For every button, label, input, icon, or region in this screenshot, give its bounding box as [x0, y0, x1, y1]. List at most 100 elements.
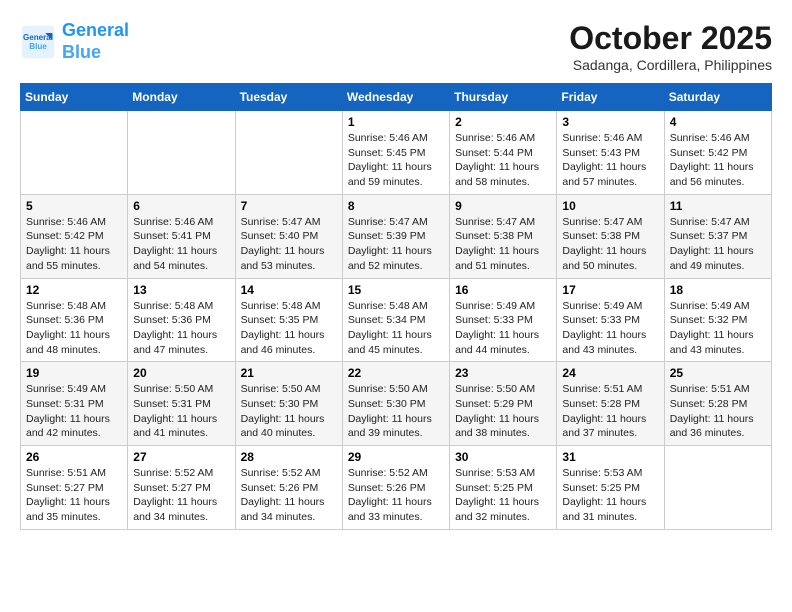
calendar-cell: 5 Sunrise: 5:46 AM Sunset: 5:42 PM Daylig… — [21, 194, 128, 278]
day-number: 6 — [133, 199, 229, 213]
day-info: Sunrise: 5:48 AM Sunset: 5:35 PM Dayligh… — [241, 299, 337, 358]
calendar-cell — [235, 111, 342, 195]
calendar-cell: 13 Sunrise: 5:48 AM Sunset: 5:36 PM Dayli… — [128, 278, 235, 362]
day-info: Sunrise: 5:46 AM Sunset: 5:42 PM Dayligh… — [26, 215, 122, 274]
day-number: 15 — [348, 283, 444, 297]
day-number: 4 — [670, 115, 766, 129]
weekday-header-saturday: Saturday — [664, 84, 771, 111]
day-number: 24 — [562, 366, 658, 380]
weekday-header-wednesday: Wednesday — [342, 84, 449, 111]
day-info: Sunrise: 5:49 AM Sunset: 5:33 PM Dayligh… — [562, 299, 658, 358]
day-number: 12 — [26, 283, 122, 297]
calendar-cell: 11Sunrise: 5:47 AM Sunset: 5:37 PM Dayli… — [664, 194, 771, 278]
calendar-cell: 6 Sunrise: 5:46 AM Sunset: 5:41 PM Daylig… — [128, 194, 235, 278]
day-info: Sunrise: 5:53 AM Sunset: 5:25 PM Dayligh… — [455, 466, 551, 525]
day-number: 28 — [241, 450, 337, 464]
day-info: Sunrise: 5:46 AM Sunset: 5:41 PM Dayligh… — [133, 215, 229, 274]
day-number: 27 — [133, 450, 229, 464]
calendar-cell: 16 Sunrise: 5:49 AM Sunset: 5:33 PM Dayli… — [450, 278, 557, 362]
day-number: 17 — [562, 283, 658, 297]
month-title: October 2025 — [569, 20, 772, 57]
day-number: 21 — [241, 366, 337, 380]
calendar-cell: 19Sunrise: 5:49 AM Sunset: 5:31 PM Dayli… — [21, 362, 128, 446]
day-info: Sunrise: 5:52 AM Sunset: 5:27 PM Dayligh… — [133, 466, 229, 525]
day-number: 18 — [670, 283, 766, 297]
calendar-week-row: 12 Sunrise: 5:48 AM Sunset: 5:36 PM Dayli… — [21, 278, 772, 362]
calendar-cell: 30 Sunrise: 5:53 AM Sunset: 5:25 PM Dayli… — [450, 446, 557, 530]
calendar-cell: 1 Sunrise: 5:46 AM Sunset: 5:45 PM Daylig… — [342, 111, 449, 195]
day-number: 16 — [455, 283, 551, 297]
calendar-week-row: 26Sunrise: 5:51 AM Sunset: 5:27 PM Dayli… — [21, 446, 772, 530]
calendar-cell — [21, 111, 128, 195]
day-info: Sunrise: 5:46 AM Sunset: 5:45 PM Dayligh… — [348, 131, 444, 190]
svg-text:Blue: Blue — [29, 42, 47, 51]
calendar-cell: 27 Sunrise: 5:52 AM Sunset: 5:27 PM Dayli… — [128, 446, 235, 530]
day-info: Sunrise: 5:48 AM Sunset: 5:36 PM Dayligh… — [26, 299, 122, 358]
day-number: 14 — [241, 283, 337, 297]
calendar-cell: 20 Sunrise: 5:50 AM Sunset: 5:31 PM Dayli… — [128, 362, 235, 446]
day-info: Sunrise: 5:46 AM Sunset: 5:43 PM Dayligh… — [562, 131, 658, 190]
calendar-cell: 28 Sunrise: 5:52 AM Sunset: 5:26 PM Dayli… — [235, 446, 342, 530]
calendar-week-row: 1 Sunrise: 5:46 AM Sunset: 5:45 PM Daylig… — [21, 111, 772, 195]
day-info: Sunrise: 5:46 AM Sunset: 5:42 PM Dayligh… — [670, 131, 766, 190]
day-info: Sunrise: 5:47 AM Sunset: 5:40 PM Dayligh… — [241, 215, 337, 274]
day-info: Sunrise: 5:51 AM Sunset: 5:28 PM Dayligh… — [562, 382, 658, 441]
calendar-cell: 26Sunrise: 5:51 AM Sunset: 5:27 PM Dayli… — [21, 446, 128, 530]
day-number: 5 — [26, 199, 122, 213]
day-info: Sunrise: 5:52 AM Sunset: 5:26 PM Dayligh… — [348, 466, 444, 525]
day-number: 10 — [562, 199, 658, 213]
day-number: 13 — [133, 283, 229, 297]
day-info: Sunrise: 5:49 AM Sunset: 5:33 PM Dayligh… — [455, 299, 551, 358]
day-number: 22 — [348, 366, 444, 380]
weekday-header-friday: Friday — [557, 84, 664, 111]
day-info: Sunrise: 5:50 AM Sunset: 5:31 PM Dayligh… — [133, 382, 229, 441]
weekday-header-monday: Monday — [128, 84, 235, 111]
calendar-cell: 23 Sunrise: 5:50 AM Sunset: 5:29 PM Dayli… — [450, 362, 557, 446]
calendar-cell: 22 Sunrise: 5:50 AM Sunset: 5:30 PM Dayli… — [342, 362, 449, 446]
calendar-cell: 2Sunrise: 5:46 AM Sunset: 5:44 PM Daylig… — [450, 111, 557, 195]
day-number: 30 — [455, 450, 551, 464]
calendar-cell: 10 Sunrise: 5:47 AM Sunset: 5:38 PM Dayli… — [557, 194, 664, 278]
page-header: General Blue GeneralBlue October 2025 Sa… — [20, 20, 772, 73]
weekday-header-tuesday: Tuesday — [235, 84, 342, 111]
logo: General Blue GeneralBlue — [20, 20, 129, 63]
day-number: 25 — [670, 366, 766, 380]
day-info: Sunrise: 5:51 AM Sunset: 5:28 PM Dayligh… — [670, 382, 766, 441]
day-info: Sunrise: 5:47 AM Sunset: 5:38 PM Dayligh… — [562, 215, 658, 274]
calendar-header-row: SundayMondayTuesdayWednesdayThursdayFrid… — [21, 84, 772, 111]
day-info: Sunrise: 5:48 AM Sunset: 5:36 PM Dayligh… — [133, 299, 229, 358]
calendar-cell: 3 Sunrise: 5:46 AM Sunset: 5:43 PM Daylig… — [557, 111, 664, 195]
day-info: Sunrise: 5:50 AM Sunset: 5:29 PM Dayligh… — [455, 382, 551, 441]
weekday-header-thursday: Thursday — [450, 84, 557, 111]
calendar-cell: 4 Sunrise: 5:46 AM Sunset: 5:42 PM Daylig… — [664, 111, 771, 195]
day-number: 1 — [348, 115, 444, 129]
logo-icon: General Blue — [20, 24, 56, 60]
calendar-cell: 14 Sunrise: 5:48 AM Sunset: 5:35 PM Dayli… — [235, 278, 342, 362]
day-info: Sunrise: 5:47 AM Sunset: 5:38 PM Dayligh… — [455, 215, 551, 274]
calendar-week-row: 5 Sunrise: 5:46 AM Sunset: 5:42 PM Daylig… — [21, 194, 772, 278]
day-info: Sunrise: 5:50 AM Sunset: 5:30 PM Dayligh… — [241, 382, 337, 441]
day-info: Sunrise: 5:47 AM Sunset: 5:37 PM Dayligh… — [670, 215, 766, 274]
calendar-cell: 18Sunrise: 5:49 AM Sunset: 5:32 PM Dayli… — [664, 278, 771, 362]
day-number: 8 — [348, 199, 444, 213]
day-info: Sunrise: 5:47 AM Sunset: 5:39 PM Dayligh… — [348, 215, 444, 274]
day-number: 19 — [26, 366, 122, 380]
day-number: 9 — [455, 199, 551, 213]
calendar-cell: 8 Sunrise: 5:47 AM Sunset: 5:39 PM Daylig… — [342, 194, 449, 278]
day-number: 20 — [133, 366, 229, 380]
calendar-cell: 17 Sunrise: 5:49 AM Sunset: 5:33 PM Dayli… — [557, 278, 664, 362]
day-info: Sunrise: 5:51 AM Sunset: 5:27 PM Dayligh… — [26, 466, 122, 525]
title-block: October 2025 Sadanga, Cordillera, Philip… — [569, 20, 772, 73]
logo-text: GeneralBlue — [62, 20, 129, 63]
day-number: 23 — [455, 366, 551, 380]
day-info: Sunrise: 5:53 AM Sunset: 5:25 PM Dayligh… — [562, 466, 658, 525]
day-number: 3 — [562, 115, 658, 129]
day-number: 2 — [455, 115, 551, 129]
calendar-cell: 25 Sunrise: 5:51 AM Sunset: 5:28 PM Dayli… — [664, 362, 771, 446]
day-info: Sunrise: 5:52 AM Sunset: 5:26 PM Dayligh… — [241, 466, 337, 525]
day-info: Sunrise: 5:50 AM Sunset: 5:30 PM Dayligh… — [348, 382, 444, 441]
calendar-cell: 24 Sunrise: 5:51 AM Sunset: 5:28 PM Dayli… — [557, 362, 664, 446]
day-number: 31 — [562, 450, 658, 464]
weekday-header-sunday: Sunday — [21, 84, 128, 111]
calendar-week-row: 19Sunrise: 5:49 AM Sunset: 5:31 PM Dayli… — [21, 362, 772, 446]
